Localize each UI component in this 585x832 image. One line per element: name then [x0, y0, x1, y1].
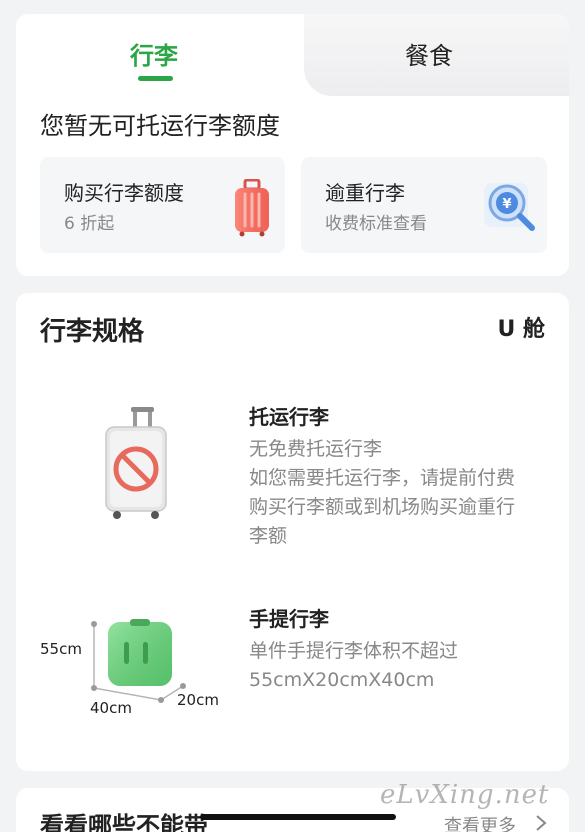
home-indicator[interactable] — [200, 814, 396, 820]
buy-quota-subtitle: 6 折起 — [64, 214, 115, 234]
yen-search-icon: ¥ — [484, 183, 535, 231]
checked-luggage-note: 如您需要托运行李，请提前付费 购买行李额或到机场购买逾重行 李额 — [249, 467, 516, 547]
active-tab-indicator — [138, 76, 173, 81]
red-suitcase-icon — [235, 179, 269, 237]
carry-on-title: 手提行李 — [249, 607, 329, 631]
svg-text:¥: ¥ — [502, 197, 511, 212]
luggage-spec-title: 行李规格 — [40, 317, 145, 347]
tab-luggage[interactable]: 行李 — [130, 36, 178, 71]
carry-on-suitcase-icon — [91, 619, 186, 703]
chevron-right-icon[interactable] — [535, 814, 547, 832]
watermark: eLvXing.net — [380, 780, 550, 810]
checked-luggage-allowance: 无免费托运行李 — [249, 438, 383, 460]
buy-quota-button[interactable]: 购买行李额度 6 折起 — [40, 157, 285, 253]
cabin-class-label: U 舱 — [497, 317, 545, 342]
buy-quota-title: 购买行李额度 — [64, 181, 184, 205]
carry-on-rule: 单件手提行李体积不超过 — [249, 640, 459, 662]
no-checked-bag-icon — [105, 407, 167, 519]
luggage-spec-card: 行李规格 U 舱 托运行李 无免费托运行李 如您需要托运行李，请提前付费 购买行李… — [16, 293, 569, 771]
quota-card: 行李 餐食 您暂无可托运行李额度 购买行李额度 6 折起 逾重行李 收费标准查看… — [16, 14, 569, 276]
overweight-luggage-button[interactable]: 逾重行李 收费标准查看 ¥ — [301, 157, 547, 253]
tab-meals[interactable]: 餐食 — [405, 36, 453, 71]
checked-luggage-title: 托运行李 — [249, 405, 329, 429]
carry-on-depth-label: 20cm — [177, 691, 219, 709]
overweight-title: 逾重行李 — [325, 181, 405, 205]
quota-title: 您暂无可托运行李额度 — [40, 112, 280, 140]
prohibited-items-title: 看看哪些不能带 — [40, 812, 208, 832]
overweight-subtitle: 收费标准查看 — [325, 214, 427, 234]
carry-on-width-label: 40cm — [90, 699, 132, 717]
carry-on-dimensions: 55cmX20cmX40cm — [249, 669, 435, 691]
carry-on-height-label: 55cm — [40, 640, 82, 658]
view-more-link[interactable]: 查看更多 — [444, 812, 516, 832]
